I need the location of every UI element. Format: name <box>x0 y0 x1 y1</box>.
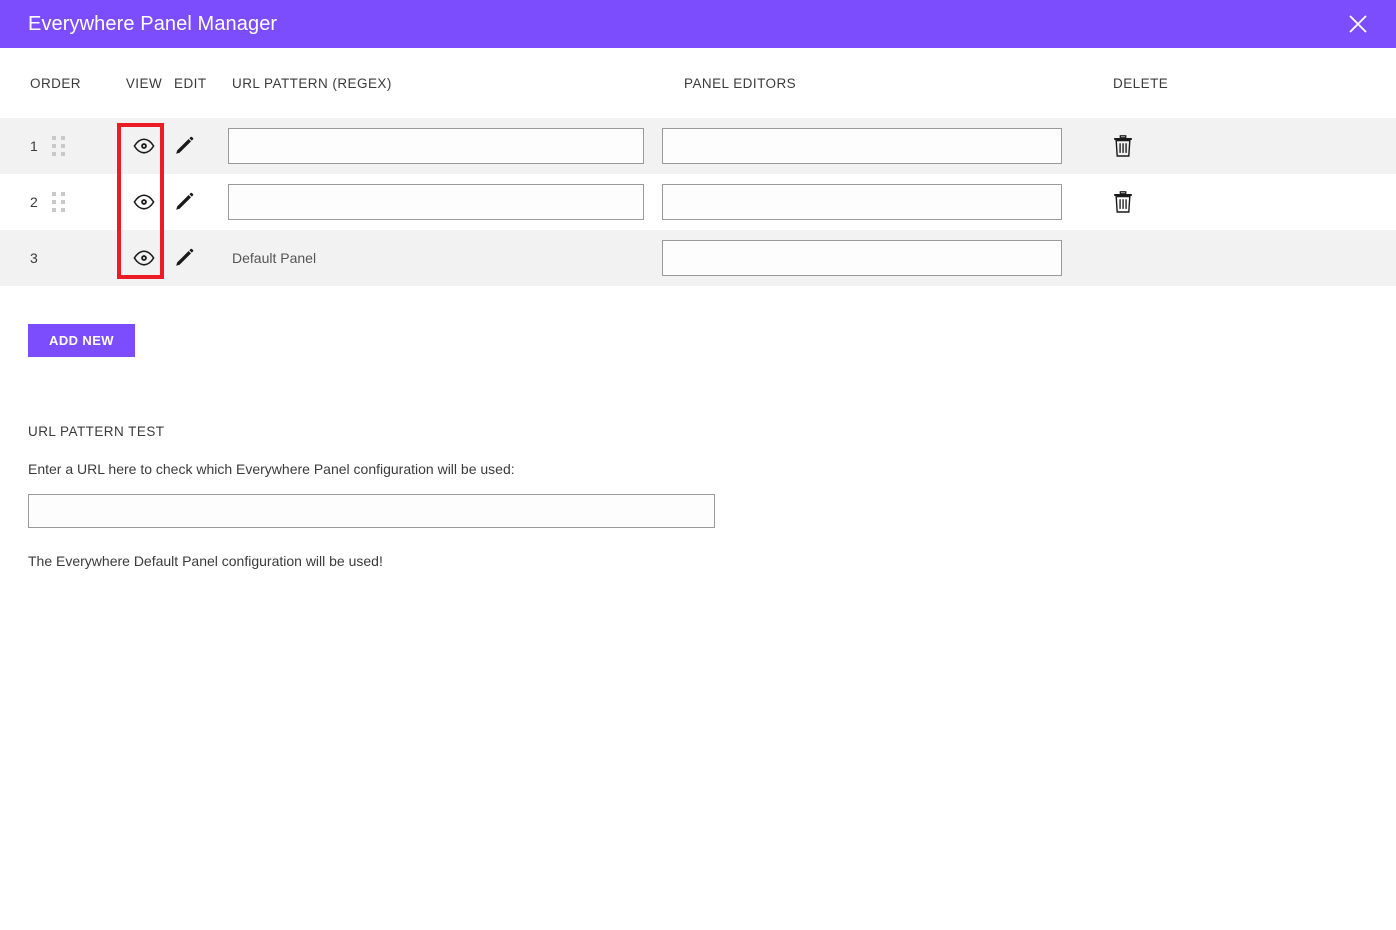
default-panel-label: Default Panel <box>232 250 317 266</box>
edit-button[interactable] <box>174 136 194 156</box>
order-number: 3 <box>30 250 38 266</box>
table-row: 2 <box>0 174 1396 230</box>
url-pattern-cell <box>228 128 662 164</box>
panel-editors-input[interactable] <box>662 240 1062 276</box>
close-button[interactable] <box>1334 0 1382 48</box>
url-pattern-test-section: URL PATTERN TEST Enter a URL here to che… <box>28 424 828 569</box>
edit-button[interactable] <box>174 192 194 212</box>
edit-cell <box>170 136 228 156</box>
panel-editors-cell <box>662 128 1102 164</box>
table-row: 3 Default Panel <box>0 230 1396 286</box>
url-pattern-test-description: Enter a URL here to check which Everywhe… <box>28 461 515 477</box>
delete-cell <box>1102 135 1396 157</box>
eye-icon <box>133 250 155 266</box>
view-toggle-button[interactable] <box>133 250 155 266</box>
view-cell <box>118 250 170 266</box>
panel-editors-input[interactable] <box>662 184 1062 220</box>
trash-icon <box>1113 191 1133 213</box>
panel-editors-cell <box>662 240 1102 276</box>
delete-cell <box>1102 191 1396 213</box>
column-header-delete: DELETE <box>1113 75 1169 91</box>
trash-icon <box>1113 135 1133 157</box>
column-header-panel-editors: PANEL EDITORS <box>684 75 797 91</box>
url-pattern-input[interactable] <box>228 128 644 164</box>
column-header-edit: EDIT <box>174 75 207 91</box>
column-header-order: ORDER <box>30 75 82 91</box>
order-cell: 1 <box>0 136 118 156</box>
close-icon <box>1347 13 1369 35</box>
order-cell: 2 <box>0 192 118 212</box>
table-row: 1 <box>0 118 1396 174</box>
order-number: 2 <box>30 194 38 210</box>
column-header-url-pattern: URL PATTERN (REGEX) <box>232 75 392 91</box>
eye-icon <box>133 194 155 210</box>
window-titlebar: Everywhere Panel Manager <box>0 0 1396 48</box>
pencil-icon <box>174 248 194 268</box>
delete-button[interactable] <box>1113 191 1133 213</box>
panel-config-table: ORDER VIEW EDIT URL PATTERN (REGEX) PANE… <box>0 48 1396 286</box>
view-toggle-button[interactable] <box>133 194 155 210</box>
drag-handle-icon[interactable] <box>52 136 65 156</box>
panel-editors-cell <box>662 184 1102 220</box>
url-pattern-cell <box>228 184 662 220</box>
view-toggle-button[interactable] <box>133 138 155 154</box>
delete-button[interactable] <box>1113 135 1133 157</box>
view-cell <box>118 138 170 154</box>
window-title: Everywhere Panel Manager <box>28 12 278 35</box>
url-pattern-input[interactable] <box>228 184 644 220</box>
pencil-icon <box>174 136 194 156</box>
add-new-button[interactable]: ADD NEW <box>28 324 135 357</box>
url-pattern-test-title: URL PATTERN TEST <box>28 424 165 439</box>
url-pattern-cell: Default Panel <box>228 250 662 266</box>
url-pattern-test-result: The Everywhere Default Panel configurati… <box>28 553 383 569</box>
url-pattern-test-input[interactable] <box>28 494 715 528</box>
eye-icon <box>133 138 155 154</box>
order-cell: 3 <box>0 250 118 266</box>
view-cell <box>118 194 170 210</box>
order-number: 1 <box>30 138 38 154</box>
column-header-view: VIEW <box>125 75 163 91</box>
edit-cell <box>170 248 228 268</box>
edit-button[interactable] <box>174 248 194 268</box>
panel-editors-input[interactable] <box>662 128 1062 164</box>
drag-handle-icon[interactable] <box>52 192 65 212</box>
pencil-icon <box>174 192 194 212</box>
table-header-row: ORDER VIEW EDIT URL PATTERN (REGEX) PANE… <box>0 48 1396 118</box>
edit-cell <box>170 192 228 212</box>
